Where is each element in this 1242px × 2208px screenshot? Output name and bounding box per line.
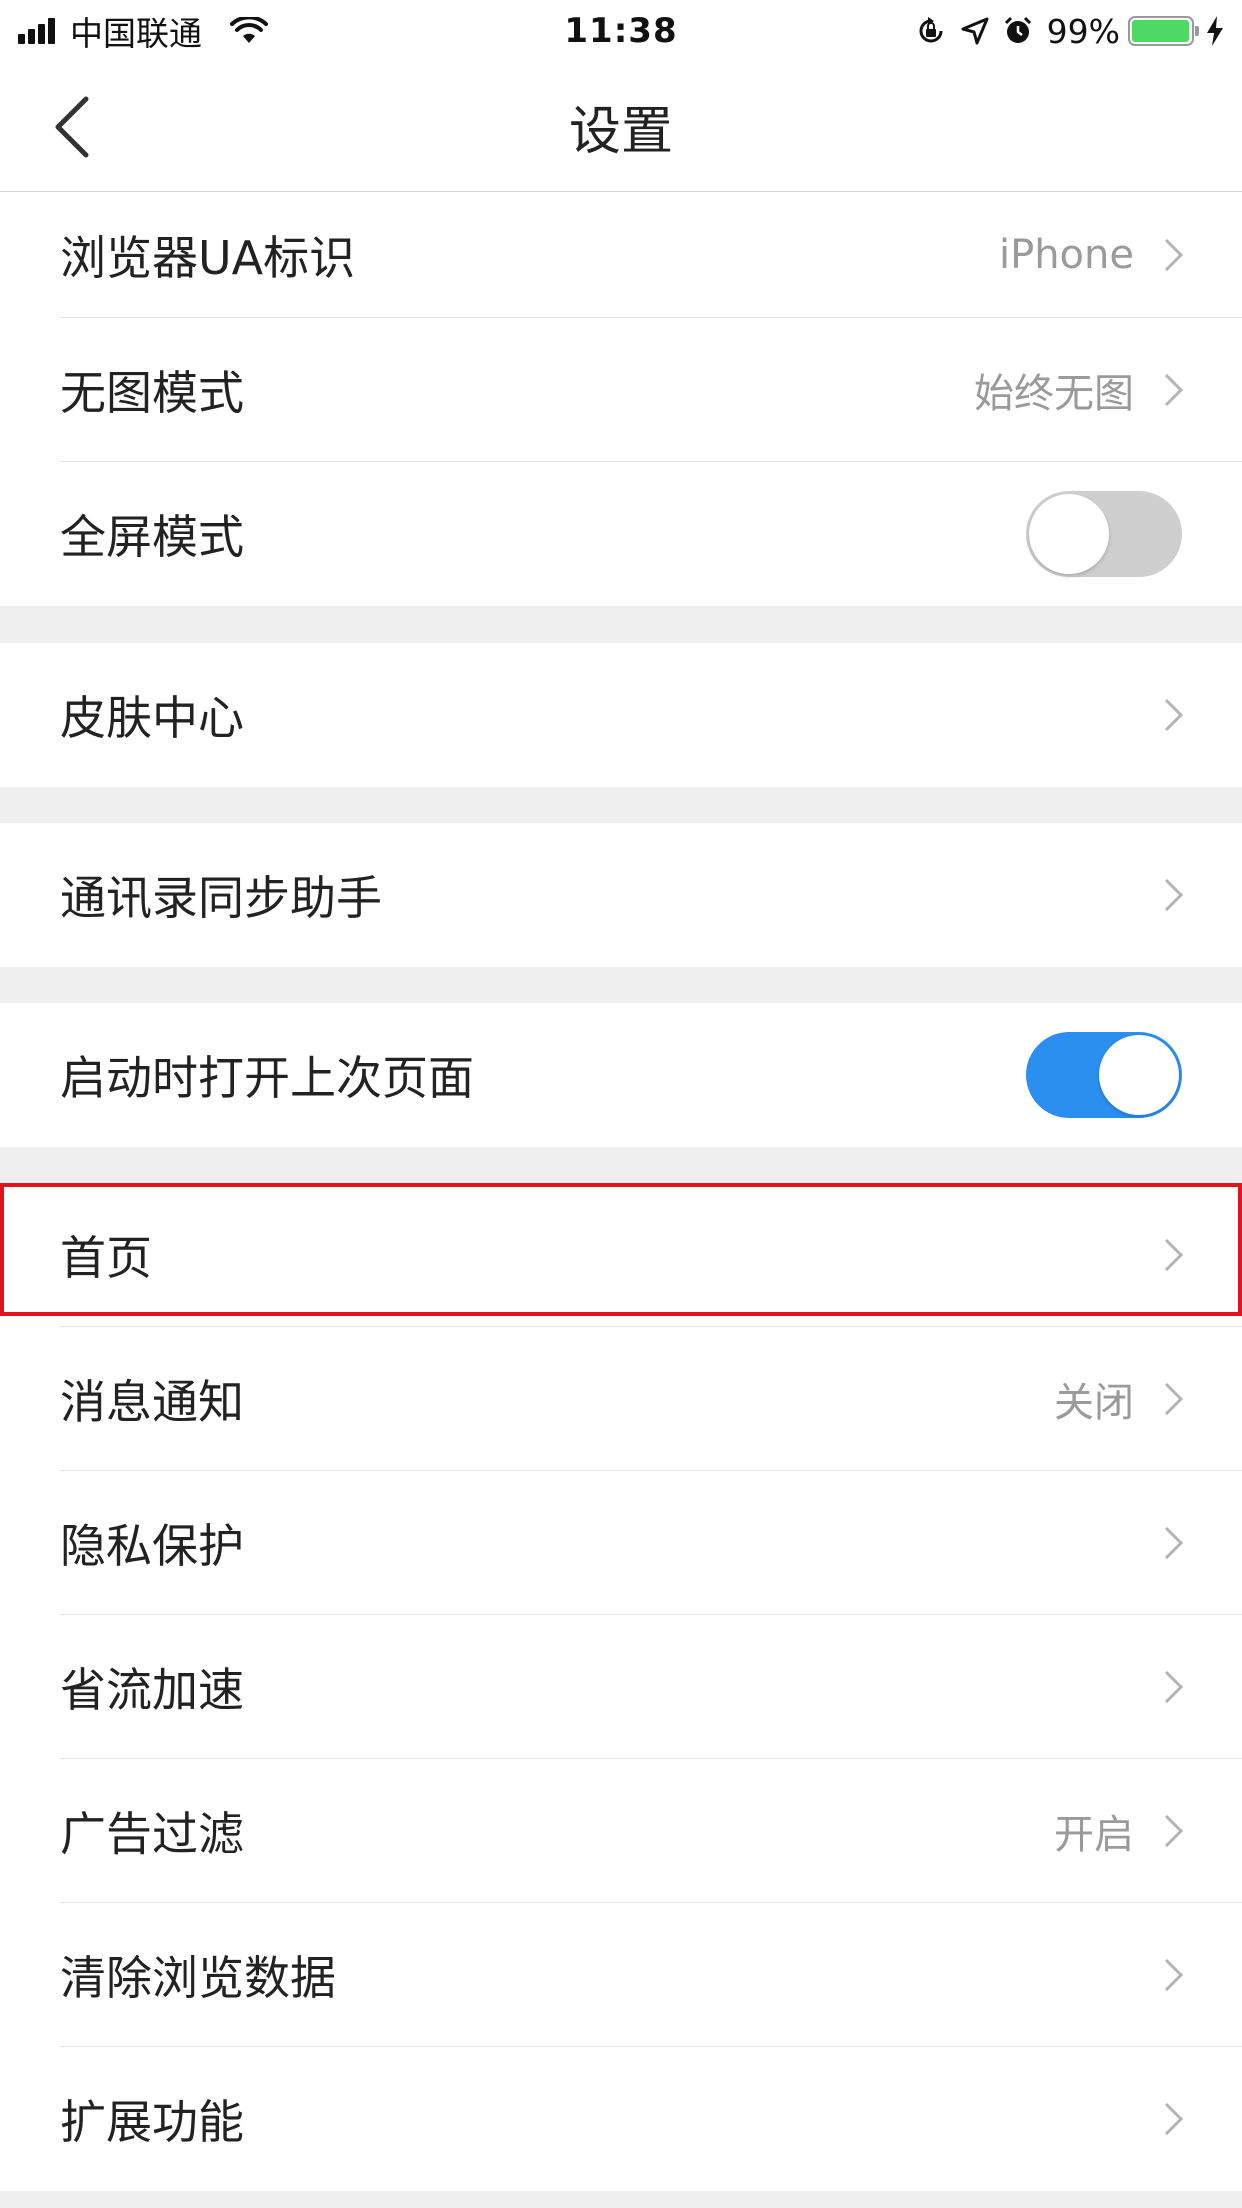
chevron-right-icon xyxy=(1164,238,1184,272)
status-left: 中国联通 xyxy=(18,7,418,55)
status-time: 11:38 xyxy=(564,11,678,51)
row-label: 全屏模式 xyxy=(60,510,244,564)
row-label: 浏览器UA标识 xyxy=(60,231,356,285)
charging-bolt-icon xyxy=(1206,16,1224,46)
chevron-right-icon xyxy=(1164,878,1184,912)
status-right: 99% xyxy=(824,12,1224,51)
chevron-right-icon xyxy=(1164,698,1184,732)
settings-row-notifications[interactable]: 消息通知 关闭 xyxy=(0,1327,1242,1471)
wifi-icon xyxy=(230,17,268,45)
fullscreen-toggle[interactable] xyxy=(1026,491,1182,577)
chevron-left-icon xyxy=(55,96,89,158)
restore-last-page-toggle[interactable] xyxy=(1026,1032,1182,1118)
settings-row-privacy[interactable]: 隐私保护 xyxy=(0,1471,1242,1615)
row-label: 隐私保护 xyxy=(60,1519,244,1573)
row-label: 通讯录同步助手 xyxy=(60,871,382,925)
chevron-right-icon xyxy=(1164,2102,1184,2136)
settings-row-ad-filter[interactable]: 广告过滤 开启 xyxy=(0,1759,1242,1903)
settings-row-contacts[interactable]: 通讯录同步助手 xyxy=(0,823,1242,967)
page-title: 设置 xyxy=(568,102,673,162)
alarm-clock-icon xyxy=(1003,16,1033,46)
battery-percent: 99% xyxy=(1046,11,1120,51)
settings-row-ua[interactable]: 浏览器UA标识 iPhone xyxy=(0,192,1242,318)
location-arrow-icon xyxy=(961,17,989,45)
battery-level-fill xyxy=(1132,20,1190,42)
toggle-knob xyxy=(1099,1035,1179,1115)
settings-row-no-image[interactable]: 无图模式 始终无图 xyxy=(0,318,1242,462)
settings-row-skin[interactable]: 皮肤中心 xyxy=(0,643,1242,787)
toggle-knob xyxy=(1029,494,1109,574)
row-label: 清除浏览数据 xyxy=(60,1951,336,2005)
row-label: 无图模式 xyxy=(60,366,244,420)
chevron-right-icon xyxy=(1164,1238,1184,1272)
back-button[interactable] xyxy=(52,92,132,162)
row-label: 消息通知 xyxy=(60,1375,244,1429)
settings-row-data-saver[interactable]: 省流加速 xyxy=(0,1615,1242,1759)
row-value: 关闭 xyxy=(1054,1380,1134,1426)
chevron-right-icon xyxy=(1164,373,1184,407)
row-label: 省流加速 xyxy=(60,1663,244,1717)
settings-row-restore-last-page: 启动时打开上次页面 xyxy=(0,1003,1242,1147)
settings-row-extensions[interactable]: 扩展功能 xyxy=(0,2047,1242,2191)
chevron-right-icon xyxy=(1164,1382,1184,1416)
signal-strength-icon xyxy=(18,18,58,44)
battery-icon xyxy=(1128,16,1199,46)
row-label: 扩展功能 xyxy=(60,2095,244,2149)
carrier-name: 中国联通 xyxy=(70,14,202,53)
row-value: 始终无图 xyxy=(974,371,1134,417)
chevron-right-icon xyxy=(1164,1814,1184,1848)
orientation-lock-icon xyxy=(915,15,947,47)
status-bar: 中国联通 11:38 99% xyxy=(0,0,1242,62)
chevron-right-icon xyxy=(1164,1670,1184,1704)
navigation-bar: 设置 xyxy=(0,62,1242,192)
chevron-right-icon xyxy=(1164,1958,1184,1992)
row-label: 皮肤中心 xyxy=(60,691,244,745)
settings-row-clear-data[interactable]: 清除浏览数据 xyxy=(0,1903,1242,2047)
row-label: 首页 xyxy=(60,1231,152,1285)
row-value: iPhone xyxy=(998,232,1134,278)
settings-row-fullscreen: 全屏模式 xyxy=(0,462,1242,606)
row-label: 广告过滤 xyxy=(60,1807,244,1861)
row-value: 开启 xyxy=(1054,1812,1134,1858)
settings-row-homepage[interactable]: 首页 xyxy=(0,1183,1242,1327)
chevron-right-icon xyxy=(1164,1526,1184,1560)
row-label: 启动时打开上次页面 xyxy=(60,1051,474,1105)
